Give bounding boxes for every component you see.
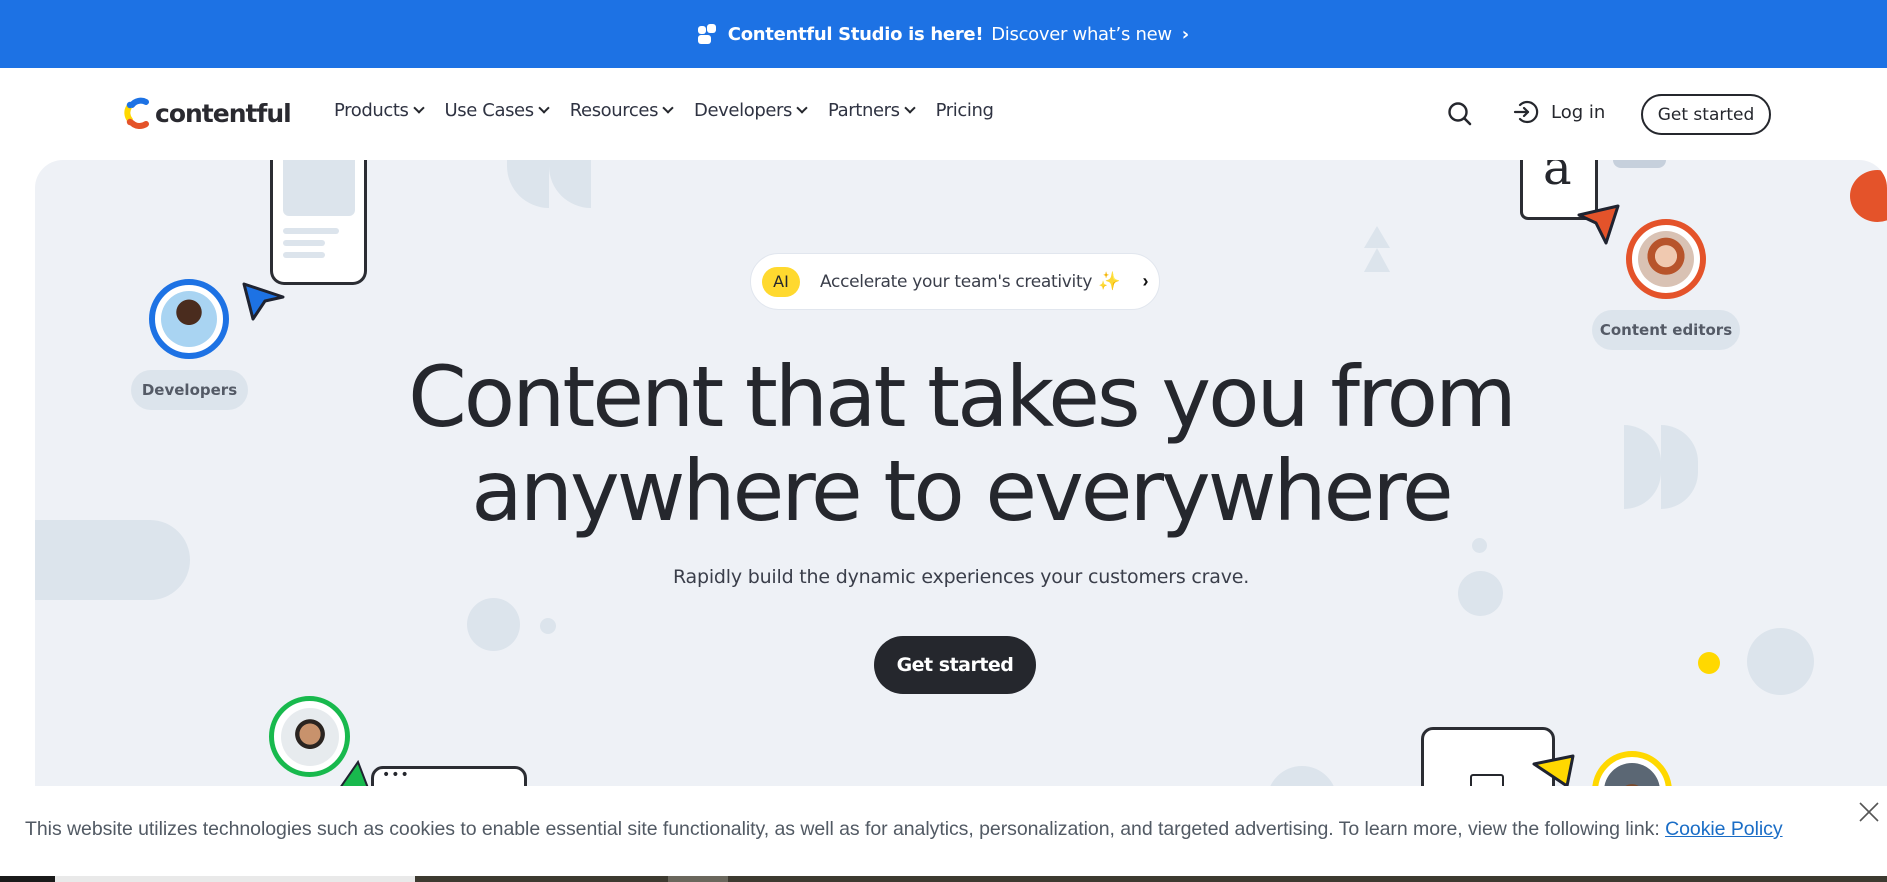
decorative-half-circle <box>549 160 591 208</box>
phone-mockup <box>270 160 367 285</box>
cookie-policy-link[interactable]: Cookie Policy <box>1665 818 1783 840</box>
decorative-dot <box>1267 766 1337 786</box>
decorative-dot <box>1747 628 1814 695</box>
login-button[interactable]: Log in <box>1513 99 1605 125</box>
headline-line-1: Content that takes you from <box>408 348 1517 446</box>
nav-item-resources[interactable]: Resources <box>569 100 674 121</box>
chevron-down-icon <box>662 102 674 114</box>
decorative-triangles <box>1364 226 1390 272</box>
ai-promo-pill[interactable]: AI Accelerate your team's creativity ✨ › <box>750 253 1160 310</box>
announcement-headline: Contentful Studio is here! <box>727 23 984 45</box>
nav-item-partners[interactable]: Partners <box>828 100 916 121</box>
nav-item-developers[interactable]: Developers <box>694 100 808 121</box>
hero-section: Developers a Content editors ••• AI Acce… <box>35 160 1887 786</box>
get-started-hero-button[interactable]: Get started <box>874 636 1036 694</box>
hero-headline: Content that takes you from anywhere to … <box>35 350 1887 538</box>
avatar-developer <box>149 279 229 359</box>
ai-promo-text: Accelerate your team's creativity <box>820 271 1093 292</box>
cursor-blue-icon <box>242 282 285 321</box>
main-nav: contentful Products Use Cases Resources … <box>0 68 1887 160</box>
nav-item-products[interactable]: Products <box>334 100 425 121</box>
nav-item-label: Pricing <box>935 100 994 121</box>
login-label: Log in <box>1551 101 1606 123</box>
cursor-yellow-icon <box>1532 754 1575 786</box>
decorative-dot <box>467 598 520 651</box>
chevron-down-icon <box>412 102 425 114</box>
browser-card: ••• <box>371 766 527 786</box>
get-started-nav-button[interactable]: Get started <box>1641 94 1771 135</box>
chevron-right-icon: › <box>1142 271 1149 291</box>
announcement-bar[interactable]: Contentful Studio is here! Discover what… <box>0 0 1887 68</box>
cookie-text: This website utilizes technologies such … <box>25 818 1783 841</box>
decorative-dot <box>540 618 556 634</box>
contentful-logo-icon <box>124 97 149 130</box>
role-chip-content-editors: Content editors <box>1592 310 1740 350</box>
cookie-banner: This website utilizes technologies such … <box>0 786 1887 876</box>
decorative-tab <box>1613 160 1666 168</box>
avatar-yellow <box>1592 751 1672 786</box>
nav-item-label: Products <box>334 100 409 121</box>
chevron-right-icon: › <box>1181 23 1190 45</box>
logo[interactable]: contentful <box>122 96 292 130</box>
decorative-half-circle <box>507 160 549 208</box>
chevron-down-icon <box>538 102 550 114</box>
logo-wordmark: contentful <box>155 98 292 128</box>
chevron-down-icon <box>796 102 808 114</box>
page-content-below <box>0 876 1887 882</box>
announcement-link[interactable]: Discover what’s new <box>991 24 1172 45</box>
close-icon[interactable] <box>1857 800 1881 824</box>
sparkle-icon: ✨ <box>1098 271 1121 291</box>
nav-item-label: Developers <box>694 100 793 121</box>
letter-a: a <box>1543 160 1572 196</box>
login-icon <box>1513 100 1539 124</box>
nav-menu: Products Use Cases Resources Developers … <box>334 100 1016 121</box>
nav-item-label: Use Cases <box>444 100 535 121</box>
decorative-yellow-dot <box>1698 652 1720 674</box>
cursor-orange-icon <box>1577 204 1620 245</box>
cookie-message: This website utilizes technologies such … <box>25 818 1666 840</box>
search-icon[interactable] <box>1447 101 1473 127</box>
ai-badge: AI <box>762 266 800 297</box>
decorative-dot <box>1472 538 1487 553</box>
avatar-content-editor <box>1626 219 1706 299</box>
nav-item-use-cases[interactable]: Use Cases <box>444 100 550 121</box>
studio-icon <box>697 24 716 44</box>
nav-item-label: Resources <box>569 100 659 121</box>
nav-item-label: Partners <box>828 100 900 121</box>
headline-line-2: anywhere to everywhere <box>471 442 1453 540</box>
decorative-orange-half <box>1850 170 1887 222</box>
hero-subheadline: Rapidly build the dynamic experiences yo… <box>672 566 1250 588</box>
chevron-down-icon <box>903 102 916 114</box>
nav-item-pricing[interactable]: Pricing <box>936 100 994 121</box>
